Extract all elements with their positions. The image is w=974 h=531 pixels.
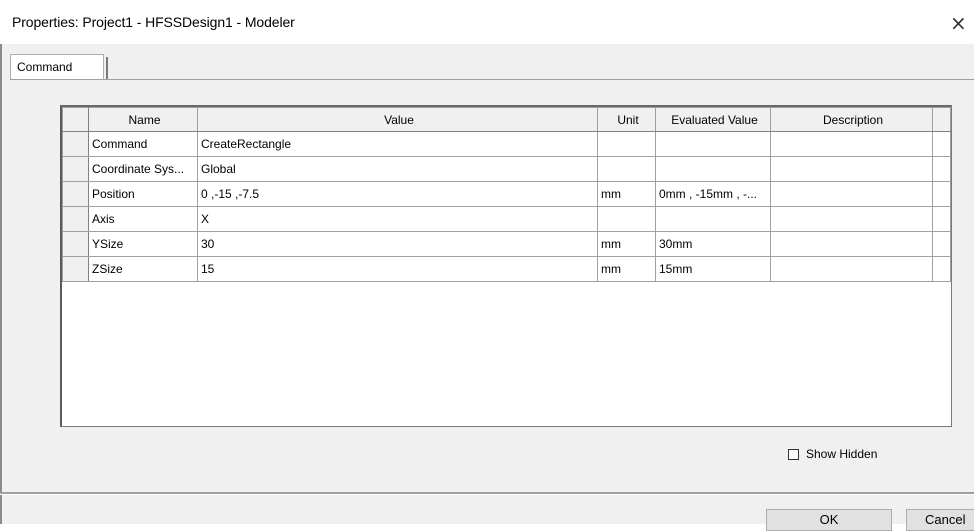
cell-unit[interactable]: mm xyxy=(597,256,656,282)
show-hidden-option[interactable]: Show Hidden xyxy=(788,446,877,462)
cell-unit[interactable] xyxy=(597,206,656,232)
property-grid: Name Value Unit Evaluated Value Descript… xyxy=(62,107,951,282)
ok-button[interactable]: OK xyxy=(766,509,892,531)
title-bar: Properties: Project1 - HFSSDesign1 - Mod… xyxy=(0,0,974,44)
cell-evaluated-value[interactable]: 15mm xyxy=(655,256,771,282)
column-header-unit[interactable]: Unit xyxy=(597,107,656,132)
table-row[interactable]: ZSize 15 mm 15mm xyxy=(62,256,951,282)
cell-description[interactable] xyxy=(770,156,933,182)
column-header-evaluated-value[interactable]: Evaluated Value xyxy=(655,107,771,132)
cell-value[interactable]: 0 ,-15 ,-7.5 xyxy=(197,181,598,207)
cell-unit[interactable] xyxy=(597,131,656,157)
cell-description[interactable] xyxy=(770,206,933,232)
bottom-separator xyxy=(0,492,974,495)
cell-description[interactable] xyxy=(770,131,933,157)
dialog-left-edge xyxy=(0,44,2,524)
row-header-cell[interactable] xyxy=(62,231,89,257)
row-header-cell[interactable] xyxy=(62,206,89,232)
grid-header-row: Name Value Unit Evaluated Value Descript… xyxy=(62,107,951,132)
cell-value[interactable]: Global xyxy=(197,156,598,182)
row-filler-cell xyxy=(932,256,951,282)
row-filler-cell xyxy=(932,156,951,182)
close-icon[interactable]: × xyxy=(950,10,974,36)
cell-value[interactable]: CreateRectangle xyxy=(197,131,598,157)
cell-unit[interactable]: mm xyxy=(597,231,656,257)
table-row[interactable]: Position 0 ,-15 ,-7.5 mm 0mm , -15mm , -... xyxy=(62,181,951,207)
table-row[interactable]: Coordinate Sys... Global xyxy=(62,156,951,182)
row-filler-cell xyxy=(932,131,951,157)
cell-value[interactable]: 15 xyxy=(197,256,598,282)
row-header-cell[interactable] xyxy=(62,156,89,182)
table-row[interactable]: Axis X xyxy=(62,206,951,232)
column-header-description[interactable]: Description xyxy=(770,107,933,132)
cell-value[interactable]: 30 xyxy=(197,231,598,257)
show-hidden-checkbox[interactable] xyxy=(788,448,799,460)
cell-unit[interactable]: mm xyxy=(597,181,656,207)
row-header-cell[interactable] xyxy=(62,256,89,282)
cell-evaluated-value[interactable] xyxy=(655,156,771,182)
cell-evaluated-value[interactable] xyxy=(655,206,771,232)
tab-strip-divider xyxy=(10,79,974,80)
row-filler-cell xyxy=(932,231,951,257)
tab-command[interactable]: Command xyxy=(10,54,108,80)
row-filler-cell xyxy=(932,206,951,232)
cell-evaluated-value[interactable]: 0mm , -15mm , -... xyxy=(655,181,771,207)
row-header-cell[interactable] xyxy=(62,181,89,207)
cell-name[interactable]: Coordinate Sys... xyxy=(88,156,198,182)
cell-name[interactable]: YSize xyxy=(88,231,198,257)
cell-description[interactable] xyxy=(770,231,933,257)
cell-description[interactable] xyxy=(770,181,933,207)
cell-name[interactable]: ZSize xyxy=(88,256,198,282)
column-header-value[interactable]: Value xyxy=(197,107,598,132)
cell-evaluated-value[interactable]: 30mm xyxy=(655,231,771,257)
table-row[interactable]: YSize 30 mm 30mm xyxy=(62,231,951,257)
cell-name[interactable]: Axis xyxy=(88,206,198,232)
tab-command-label: Command xyxy=(17,60,73,74)
cell-name[interactable]: Command xyxy=(88,131,198,157)
grid-corner-cell xyxy=(62,107,89,132)
show-hidden-label: Show Hidden xyxy=(806,447,878,461)
cell-evaluated-value[interactable] xyxy=(655,131,771,157)
column-header-filler xyxy=(932,107,951,132)
row-filler-cell xyxy=(932,181,951,207)
column-header-name[interactable]: Name xyxy=(88,107,198,132)
cell-unit[interactable] xyxy=(597,156,656,182)
cell-description[interactable] xyxy=(770,256,933,282)
window-title: Properties: Project1 - HFSSDesign1 - Mod… xyxy=(12,14,295,30)
cell-name[interactable]: Position xyxy=(88,181,198,207)
cell-value[interactable]: X xyxy=(197,206,598,232)
cancel-button[interactable]: Cancel xyxy=(906,509,974,531)
row-header-cell[interactable] xyxy=(62,131,89,157)
table-row[interactable]: Command CreateRectangle xyxy=(62,131,951,157)
